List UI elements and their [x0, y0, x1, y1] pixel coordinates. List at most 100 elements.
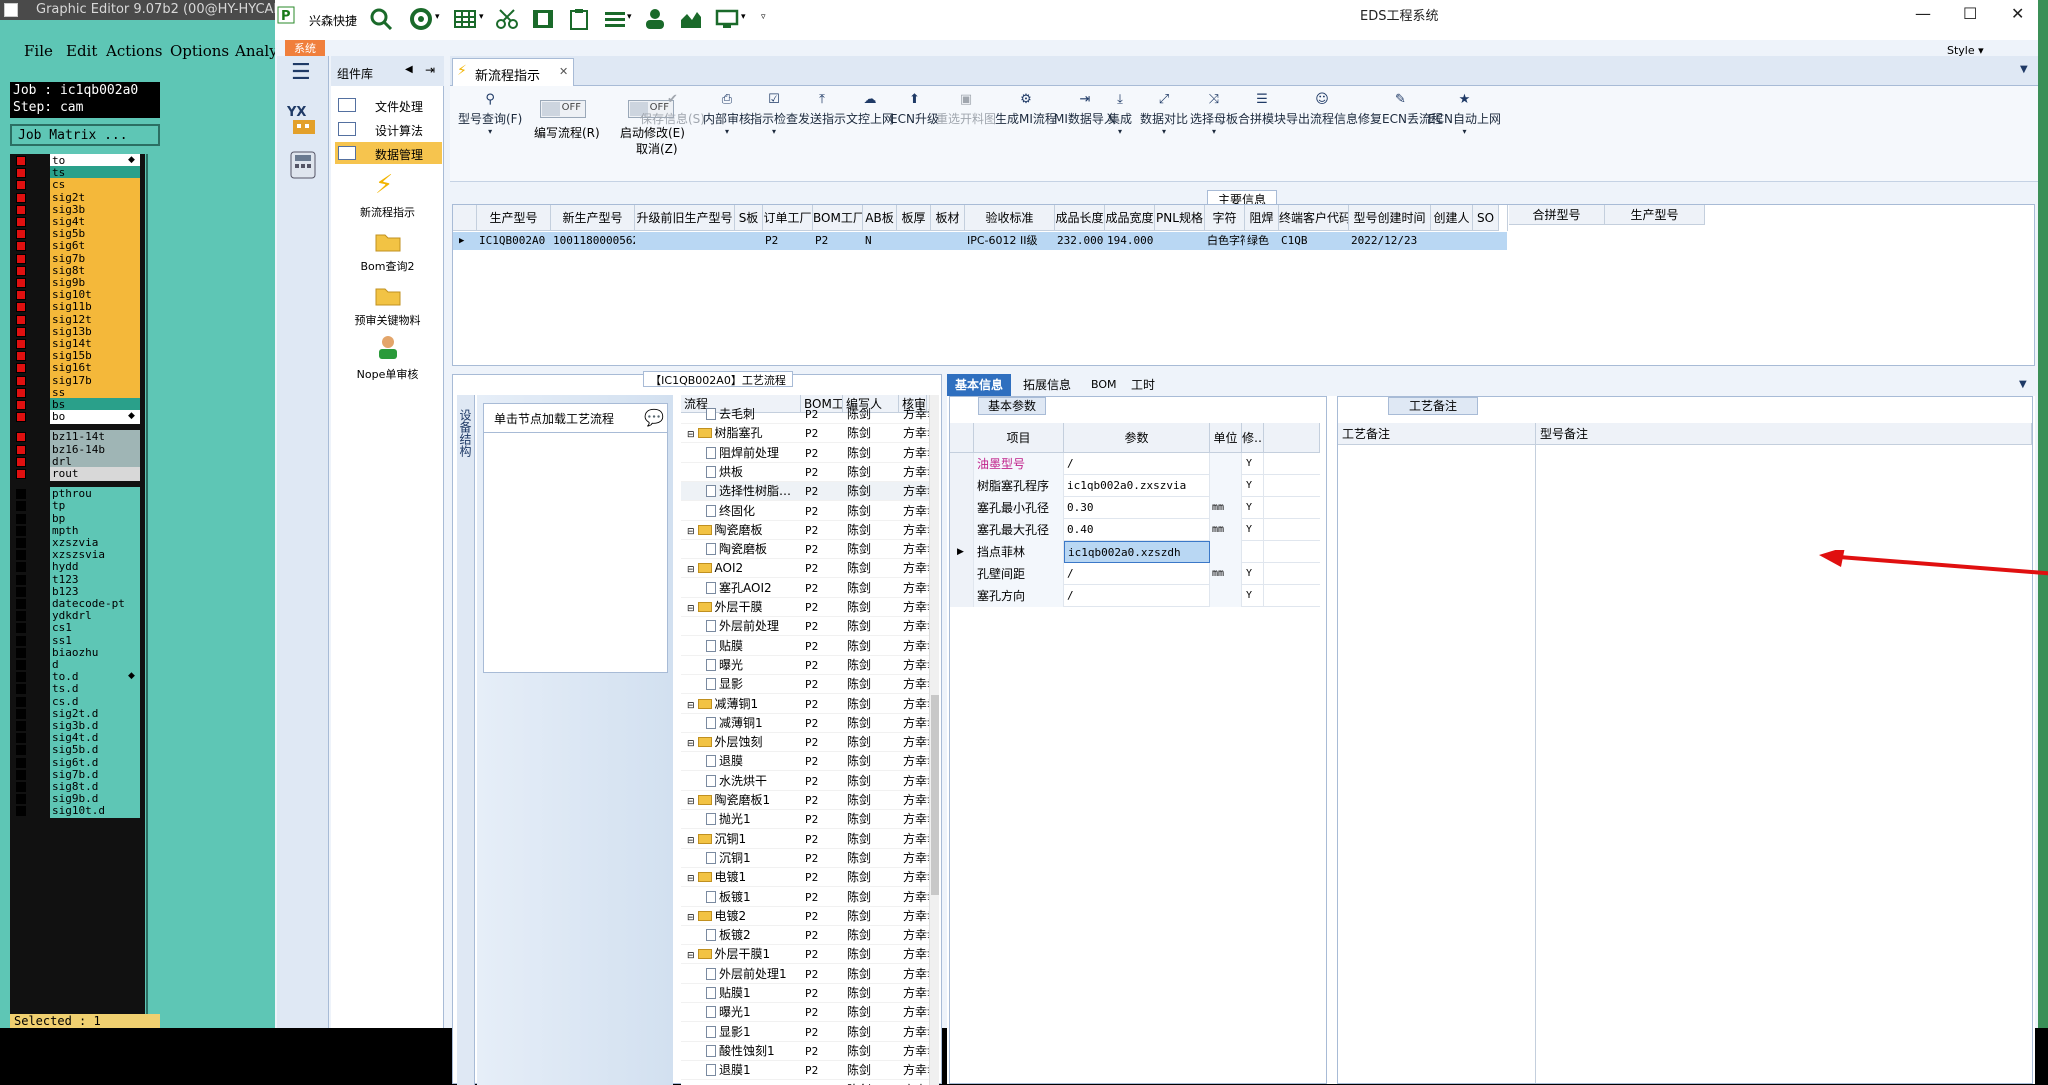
grid-cell[interactable] — [735, 232, 763, 250]
layer-checkbox[interactable] — [16, 587, 26, 597]
dock-icon[interactable]: ⇥ — [425, 63, 435, 77]
film-icon[interactable] — [531, 8, 555, 30]
tree-expand-icon[interactable]: ⊟ — [687, 797, 695, 807]
layer-checkbox[interactable] — [16, 660, 26, 670]
layer-checkbox[interactable] — [16, 156, 26, 166]
layer-checkbox[interactable] — [16, 648, 26, 658]
tree-expand-icon[interactable]: ⊟ — [687, 527, 695, 537]
layer-checkbox[interactable] — [16, 193, 26, 203]
layer-checkbox[interactable] — [16, 457, 26, 467]
layer-checkbox[interactable] — [16, 432, 26, 442]
system-tab[interactable]: 系统 — [285, 40, 325, 56]
grid-header-cell[interactable]: BOM工厂 — [813, 205, 863, 231]
tree-row[interactable]: 显影1P2陈剑方幸幸已审核 — [681, 1023, 939, 1042]
layer-checkbox[interactable] — [16, 758, 26, 768]
layer-checkbox[interactable] — [16, 550, 26, 560]
tree-node[interactable]: 贴膜1 — [703, 984, 801, 1005]
tree-node[interactable]: 去毛刺 — [703, 405, 801, 426]
layer-checkbox[interactable] — [16, 636, 26, 646]
model-notes-textarea[interactable] — [1538, 445, 2032, 1083]
edit-flow-toggle[interactable]: OFF — [540, 100, 586, 118]
grid-cell[interactable] — [1473, 232, 1499, 250]
layer-row[interactable]: rout — [10, 467, 145, 481]
tree-expand-icon[interactable]: ⊟ — [687, 565, 695, 575]
tree-scroll-thumb[interactable] — [931, 695, 939, 895]
tree-expand-icon[interactable]: ⊟ — [687, 913, 695, 923]
grid-cell[interactable]: IPC-6012 II级 — [965, 232, 1055, 250]
tree-node[interactable]: ⊟外层蚀刻 — [687, 733, 801, 754]
calculator-icon[interactable] — [289, 150, 317, 180]
hamburger-menu-icon[interactable]: ☰ — [291, 60, 311, 85]
list-icon[interactable] — [603, 8, 627, 30]
user-icon[interactable] — [643, 8, 667, 30]
layer-checkbox[interactable] — [16, 575, 26, 585]
layer-checkbox[interactable] — [16, 794, 26, 804]
load-flow-hint[interactable]: 单击节点加载工艺流程 💬 — [483, 403, 668, 433]
tree-row[interactable]: 减薄铜1P2陈剑方幸幸已审核 — [681, 714, 939, 733]
tree-node[interactable]: ⊟电镀2 — [687, 907, 801, 928]
tree-node[interactable]: 抛光1 — [703, 810, 801, 831]
folder-icon[interactable] — [375, 284, 401, 306]
layer-checkbox[interactable] — [16, 562, 26, 572]
launcher-new-flow[interactable]: 新流程指示 — [331, 204, 444, 220]
layer-checkbox[interactable] — [16, 290, 26, 300]
tree-expand-icon[interactable]: ⊟ — [687, 604, 695, 614]
tree-row[interactable]: 贴膜P2陈剑方幸幸已审核 — [681, 637, 939, 656]
layer-checkbox[interactable] — [16, 315, 26, 325]
grid-cell[interactable]: 232.000 — [1055, 232, 1105, 250]
grid-header-cell[interactable]: 型号创建时间 — [1349, 205, 1431, 231]
tree-node[interactable]: 烘板 — [703, 463, 801, 484]
ge-menu-analysis[interactable]: Analy — [235, 42, 278, 60]
tree-row[interactable]: ⊟电镀2P2陈剑方幸幸已审核 — [681, 907, 939, 926]
param-value-cell[interactable]: ic1qb002a0.xzszdh — [1064, 541, 1210, 563]
param-value-cell[interactable]: ic1qb002a0.zxszvia — [1064, 475, 1210, 497]
grid-cell[interactable]: 绿色 — [1245, 232, 1279, 250]
layer-checkbox[interactable] — [16, 445, 26, 455]
tree-row[interactable]: 塞孔AOI2P2陈剑方幸幸已审核 — [681, 579, 939, 598]
layer-checkbox[interactable] — [16, 339, 26, 349]
tree-node[interactable]: 外层前处理1 — [703, 965, 801, 986]
layer-checkbox[interactable] — [16, 599, 26, 609]
layer-checkbox[interactable] — [16, 205, 26, 215]
grid-cell[interactable]: 白色字符 — [1205, 232, 1245, 250]
param-row[interactable]: ▶挡点菲林ic1qb002a0.xzszdh — [950, 541, 1320, 563]
row-selector-icon[interactable] — [950, 585, 974, 607]
tree-node[interactable]: 曝光1 — [703, 1003, 801, 1024]
param-row[interactable]: 油墨型号/Y — [950, 453, 1320, 475]
tree-node[interactable]: ⊟外层干膜 — [687, 598, 801, 619]
grid-cell[interactable] — [1155, 232, 1205, 250]
tree-row[interactable]: ⊟沉铜1P2陈剑方幸幸已审核 — [681, 830, 939, 849]
grid-cell[interactable]: 194.000 — [1105, 232, 1155, 250]
grid-splitter[interactable] — [1507, 205, 1508, 231]
tab-bom[interactable]: BOM — [1083, 374, 1125, 396]
tree-row[interactable]: 显影P2陈剑方幸幸已审核 — [681, 675, 939, 694]
table-icon[interactable] — [453, 8, 477, 30]
grid-header-cell[interactable]: 阻焊 — [1245, 205, 1279, 231]
tree-node[interactable]: 曝光 — [703, 656, 801, 677]
tree-expand-icon[interactable]: ⊟ — [687, 874, 695, 884]
layer-checkbox[interactable] — [16, 697, 26, 707]
ge-menu-actions[interactable]: Actions — [106, 42, 162, 60]
tree-row[interactable]: 贴膜1P2陈剑方幸幸已审核 — [681, 984, 939, 1003]
tree-node[interactable]: 显影 — [703, 675, 801, 696]
tree-node[interactable]: ⊟沉铜1 — [687, 830, 801, 851]
param-row[interactable]: 孔壁间距/mmY — [950, 563, 1320, 585]
param-row[interactable]: 塞孔最小孔径0.30mmY — [950, 497, 1320, 519]
grid-header-cell[interactable]: 成品长度 — [1055, 205, 1105, 231]
layer-checkbox[interactable] — [16, 400, 26, 410]
tree-row[interactable]: ⊟外层干膜1P2陈剑方幸幸已审核 — [681, 945, 939, 964]
tree-row[interactable]: ⊟外层干膜P2陈剑方幸幸已审核 — [681, 598, 939, 617]
layer-checkbox[interactable] — [16, 672, 26, 682]
param-value-cell[interactable]: 0.30 — [1064, 497, 1210, 519]
grid-header-cell[interactable]: 订单工厂 — [763, 205, 813, 231]
grid-cell[interactable]: P2 — [763, 232, 813, 250]
tree-row[interactable]: 水洗烘干P2陈剑方幸幸已审核 — [681, 772, 939, 791]
user-review-icon[interactable] — [375, 334, 401, 360]
tree-node[interactable]: 沉铜1 — [703, 849, 801, 870]
toolbar-button[interactable]: ⤒发送指示 — [798, 92, 846, 127]
toolbar-button[interactable]: ⤢数据对比▾ — [1140, 92, 1188, 136]
tree-row[interactable]: ⊟AOI1P2陈剑方幸幸已审核 — [681, 1081, 939, 1085]
grid-header-cell[interactable]: 升级前旧生产型号 — [635, 205, 735, 231]
param-value-cell[interactable]: / — [1064, 585, 1210, 607]
layer-checkbox[interactable] — [16, 412, 26, 422]
